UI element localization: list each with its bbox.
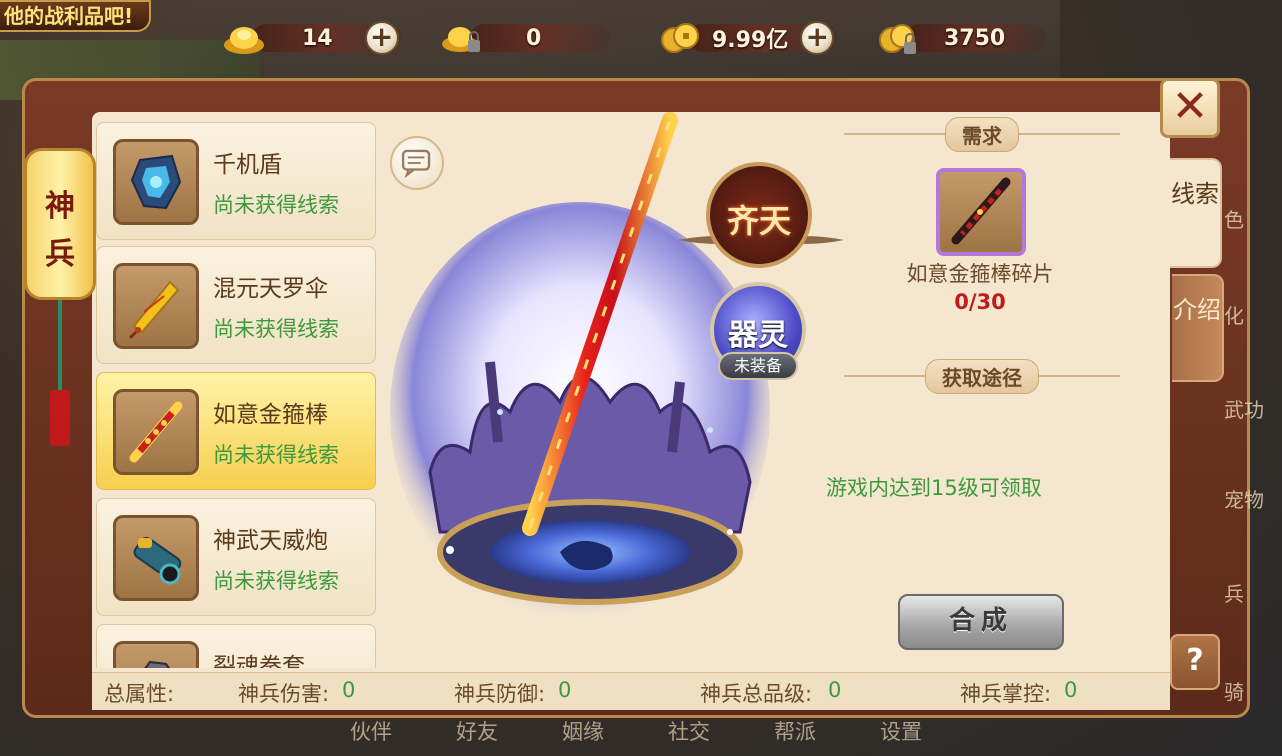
weapon-item-ruyi[interactable]: 如意金箍棒 尚未获得线索 bbox=[96, 372, 376, 490]
nav-item[interactable]: 帮派 bbox=[774, 716, 816, 746]
gauntlet-icon bbox=[144, 660, 171, 668]
nav-item[interactable]: 兵 bbox=[1224, 578, 1244, 607]
locked-ingot-icon bbox=[442, 27, 480, 52]
weapon-thumbnail bbox=[113, 139, 199, 225]
shield-icon bbox=[130, 154, 182, 210]
weapon-item-liehun[interactable]: 裂魂拳套 bbox=[96, 624, 376, 668]
nav-item[interactable]: 社交 bbox=[668, 716, 710, 746]
weapon-thumbnail bbox=[113, 389, 199, 475]
weapon-status: 尚未获得线索 bbox=[213, 317, 339, 341]
locked-coins-icon bbox=[879, 24, 916, 54]
weapon-status: 尚未获得线索 bbox=[213, 443, 339, 467]
close-button[interactable]: ✕ bbox=[1160, 78, 1220, 138]
background-right-nav: 色 化 武功 宠物 兵 骑 bbox=[1222, 150, 1282, 710]
weapon-lantern-title: 神 兵 bbox=[24, 148, 96, 300]
staff-icon bbox=[129, 401, 183, 463]
source-section-title: 获取途径 bbox=[844, 358, 1120, 394]
weapon-status: 尚未获得线索 bbox=[213, 193, 339, 217]
gold-ingot-icon bbox=[224, 27, 264, 54]
weapon-name: 如意金箍棒 bbox=[213, 402, 328, 428]
gold-ingot-counter: 14 + bbox=[222, 18, 412, 58]
weapon-list[interactable]: 千机盾 尚未获得线索 混元天罗伞 尚未获得线索 如意金箍棒 尚未获得线索 神武天… bbox=[96, 118, 378, 668]
total-attributes-label: 总属性: bbox=[104, 682, 175, 706]
bound-ingot-counter: 0 bbox=[440, 18, 610, 58]
fragment-count: 0/30 bbox=[954, 290, 1006, 314]
qitian-badge: 齐天 bbox=[706, 162, 812, 268]
weapon-name: 混元天罗伞 bbox=[213, 276, 328, 302]
sparkle bbox=[497, 409, 503, 415]
gold-ingot-value: 14 bbox=[302, 25, 333, 51]
event-banner[interactable]: 他的战利品吧! bbox=[0, 0, 152, 32]
defense-value: 0 bbox=[558, 678, 572, 702]
bound-coin-value: 3750 bbox=[944, 25, 1006, 51]
nav-item[interactable]: 骑 bbox=[1224, 676, 1244, 705]
lantern-tassel bbox=[50, 390, 70, 446]
nav-item[interactable]: 色 bbox=[1224, 204, 1244, 233]
coins-icon bbox=[661, 23, 699, 53]
sparkle bbox=[446, 546, 454, 554]
requirement-title-text: 需求 bbox=[945, 116, 1019, 152]
nav-item[interactable]: 姻缘 bbox=[562, 716, 604, 746]
sparkle bbox=[707, 427, 713, 433]
bound-coin-counter: 3750 bbox=[876, 18, 1046, 58]
weapon-name: 神武天威炮 bbox=[213, 528, 328, 554]
source-title-text: 获取途径 bbox=[925, 358, 1039, 394]
nav-item[interactable]: 好友 bbox=[456, 716, 498, 746]
control-label: 神兵掌控: bbox=[960, 682, 1052, 706]
lantern-char-2: 兵 bbox=[45, 237, 75, 272]
help-button[interactable]: ? bbox=[1170, 634, 1220, 690]
umbrella-icon bbox=[128, 280, 180, 340]
chat-bubble-button[interactable] bbox=[390, 136, 444, 190]
requirement-section-title: 需求 bbox=[844, 116, 1120, 152]
weapon-status: 尚未获得线索 bbox=[213, 569, 339, 593]
fragment-item-slot[interactable] bbox=[936, 168, 1026, 256]
weapon-thumbnail bbox=[113, 641, 199, 668]
weapon-item-hunyuan[interactable]: 混元天罗伞 尚未获得线索 bbox=[96, 246, 376, 364]
total-attributes-bar: 总属性: 神兵伤害: 0 神兵防御: 0 神兵总品级: 0 神兵掌控: 0 bbox=[92, 672, 1170, 710]
qiling-label: 器灵 bbox=[728, 318, 788, 353]
coin-counter: 9.99亿 + bbox=[658, 18, 848, 58]
background-bottom-nav: 伙伴 好友 姻缘 社交 帮派 设置 bbox=[340, 716, 960, 746]
damage-value: 0 bbox=[342, 678, 356, 702]
lantern-char-1: 神 bbox=[45, 189, 75, 224]
nav-item[interactable]: 伙伴 bbox=[350, 716, 392, 746]
weapon-item-qianjidun[interactable]: 千机盾 尚未获得线索 bbox=[96, 122, 376, 240]
weapon-thumbnail bbox=[113, 515, 199, 601]
weapon-name: 裂魂拳套 bbox=[213, 654, 305, 668]
compose-button[interactable]: 合成 bbox=[898, 594, 1064, 650]
nav-item[interactable]: 化 bbox=[1224, 300, 1244, 329]
coin-value: 9.99亿 bbox=[712, 28, 789, 53]
control-value: 0 bbox=[1064, 678, 1078, 702]
weapon-name: 千机盾 bbox=[213, 152, 282, 178]
tab-clues[interactable]: 线索 bbox=[1170, 158, 1222, 268]
nav-item[interactable]: 武功 bbox=[1224, 394, 1264, 423]
nav-item[interactable]: 设置 bbox=[880, 716, 922, 746]
bound-ingot-value: 0 bbox=[526, 25, 542, 51]
tab-intro[interactable]: 介绍 bbox=[1172, 274, 1224, 382]
grade-value: 0 bbox=[828, 678, 842, 702]
add-gold-ingot-button[interactable]: + bbox=[364, 21, 399, 55]
staff-fragment-icon bbox=[951, 177, 1011, 245]
damage-label: 神兵伤害: bbox=[238, 682, 330, 706]
chat-icon bbox=[401, 149, 431, 179]
weapon-item-shenwu[interactable]: 神武天威炮 尚未获得线索 bbox=[96, 498, 376, 616]
qitian-badge-text: 齐天 bbox=[726, 202, 791, 240]
nav-item[interactable]: 宠物 bbox=[1224, 484, 1264, 513]
cannon-icon bbox=[133, 536, 182, 585]
source-description: 游戏内达到15级可领取 bbox=[826, 476, 1042, 500]
weapon-thumbnail bbox=[113, 263, 199, 349]
fragment-name: 如意金箍棒碎片 bbox=[906, 262, 1054, 286]
qiling-status-tag: 未装备 bbox=[718, 352, 798, 380]
defense-label: 神兵防御: bbox=[454, 682, 546, 706]
sparkle bbox=[727, 529, 733, 535]
grade-label: 神兵总品级: bbox=[700, 682, 813, 706]
